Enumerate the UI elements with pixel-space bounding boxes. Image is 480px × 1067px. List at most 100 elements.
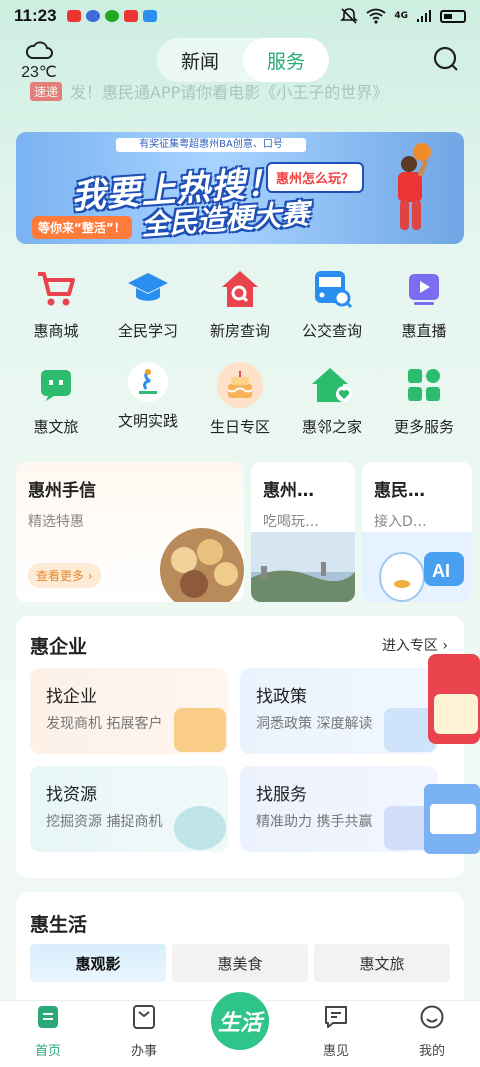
grid-item-house-search[interactable]: 新房查询	[198, 262, 282, 358]
cart-icon	[38, 272, 75, 306]
card-title: 惠民…	[374, 481, 425, 501]
tab-label: 首页	[34, 1044, 61, 1059]
status-bar: 11:23 4G	[0, 0, 480, 32]
house-search-icon	[222, 271, 258, 307]
search-button[interactable]	[432, 45, 460, 77]
service-grid-row: 惠商城 全民学习 新房查询 公交查询 惠直播	[0, 262, 480, 358]
tab-discover[interactable]: 惠见	[301, 1004, 371, 1059]
grid-label: 生日专区	[209, 418, 270, 436]
feature-cards: 惠州手信 精选特惠 查看更多 › 惠州… 吃喝玩… 惠民… 接入D… AI	[16, 462, 480, 602]
tile-find-services[interactable]: 找服务 精准助力 携手共赢	[240, 766, 438, 852]
feature-card-souvenir[interactable]: 惠州手信 精选特惠 查看更多 ›	[16, 462, 244, 602]
feature-card-food-fun[interactable]: 惠州… 吃喝玩…	[251, 462, 355, 602]
tab-label: 惠见	[322, 1044, 349, 1059]
grid-item-culture-tourism[interactable]: 惠文旅	[14, 358, 98, 454]
signal-icon	[417, 10, 431, 22]
tab-home[interactable]: 首页	[13, 1004, 83, 1059]
bookmark-doc-icon	[133, 1005, 155, 1029]
tile-title: 找服务	[256, 785, 307, 805]
message-icon	[325, 1006, 347, 1028]
clock: 11:23	[14, 6, 57, 25]
battery-icon	[440, 9, 466, 23]
card-subtitle: 接入D…	[374, 514, 427, 530]
card-subtitle: 吃喝玩…	[263, 514, 319, 530]
service-grid: 惠商城 全民学习 新房查询 公交查询 惠直播 惠文旅 文明实践 生日专区 惠邻之…	[0, 262, 480, 454]
grid-item-live[interactable]: 惠直播	[382, 262, 466, 358]
banner-bubble: 惠州怎么玩？	[266, 162, 365, 193]
cloud-notification-icon	[142, 10, 157, 22]
grid-item-more-services[interactable]: 更多服务	[382, 358, 466, 454]
grid-label: 新房查询	[209, 322, 270, 340]
floating-promo-ad[interactable]	[420, 654, 480, 854]
grid-item-birthday[interactable]: 生日专区	[198, 358, 282, 454]
grid-label: 公交查询	[301, 322, 362, 340]
card-title: 惠州…	[263, 481, 314, 501]
grid-item-bus-search[interactable]: 公交查询	[290, 262, 374, 358]
section-title: 惠企业	[30, 636, 88, 658]
grid-label: 惠商城	[33, 322, 79, 340]
home-heart-icon	[312, 368, 352, 402]
service-grid-row: 惠文旅 文明实践 生日专区 惠邻之家 更多服务	[0, 358, 480, 454]
life-center-button[interactable]: 生活	[207, 988, 273, 1054]
tab-services[interactable]: 服务	[243, 38, 329, 82]
life-tabs: 惠观影 惠美食 惠文旅	[30, 944, 450, 982]
ai-mascot-image: AI	[362, 532, 472, 602]
grid-item-neighborhood[interactable]: 惠邻之家	[290, 358, 374, 454]
promo-banner[interactable]: 有奖征集粤超惠州BA创意、口号 我要上热搜！ 全民造梗大赛 惠州怎么玩？ 等你来…	[16, 132, 464, 244]
network-type: 4G	[394, 11, 408, 21]
tab-tourism[interactable]: 惠文旅	[314, 944, 450, 982]
tab-news[interactable]: 新闻	[157, 38, 243, 82]
browser-notification-icon	[85, 10, 100, 22]
search-icon	[433, 46, 458, 71]
tile-title: 找企业	[46, 687, 97, 707]
live-play-icon	[409, 274, 439, 305]
smiley-icon	[420, 1005, 444, 1029]
basketball-player-illustration	[398, 143, 431, 230]
notification-icons	[66, 10, 157, 22]
enter-zone-link[interactable]: 进入专区 ›	[382, 635, 448, 655]
tab-movies[interactable]: 惠观影	[30, 944, 166, 982]
city-view-image	[251, 532, 355, 602]
tab-label: 我的	[418, 1044, 445, 1059]
wifi-icon	[366, 8, 386, 24]
view-more-button[interactable]: 查看更多 ›	[28, 563, 101, 588]
wechat-notification-icon	[104, 10, 119, 22]
card-title: 惠州手信	[28, 481, 96, 501]
grid-item-civilization[interactable]: 文明实践	[106, 358, 190, 454]
news-ticker[interactable]: 速递 发！惠民通APP请你看电影《小王子的世界》	[30, 78, 450, 104]
birthday-cake-icon	[227, 371, 253, 398]
tile-find-policy[interactable]: 找政策 洞悉政策 深度解读	[240, 668, 438, 754]
person-card-icon	[174, 708, 226, 752]
tab-mine[interactable]: 我的	[397, 1004, 467, 1059]
feature-card-ai[interactable]: 惠民… 接入D… AI	[362, 462, 472, 602]
weather-widget[interactable]: 23℃	[14, 38, 64, 82]
cloud-icon	[25, 41, 53, 59]
tab-affairs[interactable]: 办事	[109, 1004, 179, 1059]
chat-bubble-icon	[41, 370, 71, 401]
grid-item-learning[interactable]: 全民学习	[106, 262, 190, 358]
apps-grid-icon	[408, 369, 440, 401]
grid-label: 惠直播	[401, 322, 447, 340]
mute-bell-icon	[340, 8, 359, 24]
enterprise-section: 惠企业 进入专区 › 找企业 发现商机 拓展客户 找政策 洞悉政策 深度解读 找…	[16, 616, 464, 878]
tile-find-enterprise[interactable]: 找企业 发现商机 拓展客户	[30, 668, 228, 754]
app-notification-icon	[123, 10, 138, 22]
section-title: 惠生活	[30, 914, 88, 936]
top-segmented-tabs: 新闻 服务	[157, 38, 329, 82]
tile-find-resources[interactable]: 找资源 挖掘资源 捕捉商机	[30, 766, 228, 852]
svg-text:AI: AI	[432, 561, 450, 581]
grid-label: 全民学习	[117, 322, 178, 340]
bus-search-icon	[315, 271, 353, 309]
ticker-text: 发！惠民通APP请你看电影《小王子的世界》	[70, 83, 389, 102]
home-document-icon	[38, 1006, 58, 1028]
star-resource-icon	[174, 806, 226, 850]
grid-item-mall[interactable]: 惠商城	[14, 262, 98, 358]
civilization-logo-icon	[139, 369, 157, 394]
grid-label: 惠邻之家	[301, 418, 362, 436]
app-notification-icon	[66, 10, 81, 22]
tab-food[interactable]: 惠美食	[172, 944, 308, 982]
grid-label: 更多服务	[393, 418, 454, 436]
graduation-cap-icon	[128, 273, 168, 301]
grid-label: 文明实践	[117, 412, 178, 430]
mooncake-image	[160, 528, 244, 602]
